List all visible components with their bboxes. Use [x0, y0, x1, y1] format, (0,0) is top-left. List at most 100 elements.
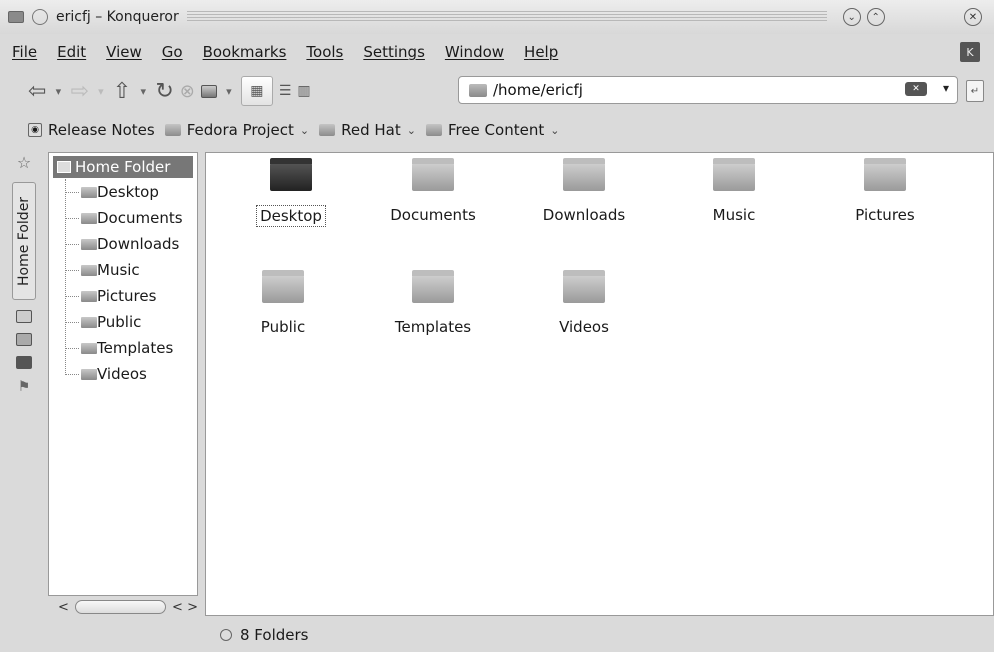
- bookmark-bar: ◉ Release Notes Fedora Project ⌄ Red Hat…: [0, 116, 994, 144]
- home-folder-tab-icon[interactable]: [12, 310, 36, 323]
- file-item-desktop[interactable]: Desktop: [236, 153, 346, 227]
- folder-icon: [262, 270, 304, 303]
- scroll-left-small-icon[interactable]: <: [172, 600, 183, 615]
- folder-icon: [864, 158, 906, 191]
- folder-icon: [81, 290, 97, 302]
- window-menu-icon[interactable]: [8, 11, 24, 23]
- column-view-icon[interactable]: ▥: [297, 76, 310, 106]
- file-label: Documents: [390, 206, 476, 224]
- scroll-left-icon[interactable]: <: [58, 600, 69, 615]
- tree-item-pictures[interactable]: Pictures: [65, 287, 156, 305]
- menu-bar: File Edit View Go Bookmarks Tools Settin…: [0, 38, 994, 66]
- maximize-button[interactable]: ⌃: [866, 8, 885, 26]
- menu-view[interactable]: View: [106, 43, 142, 61]
- file-label: Public: [260, 318, 306, 336]
- clear-location-icon[interactable]: ✕: [905, 82, 927, 96]
- folder-icon: [164, 124, 181, 136]
- services-flag-icon[interactable]: ⚑: [12, 379, 36, 395]
- folder-icon: [563, 270, 605, 303]
- chevron-down-icon[interactable]: ⌄: [550, 124, 559, 137]
- status-text: 8 Folders: [240, 626, 309, 644]
- file-item-public[interactable]: Public: [228, 265, 338, 337]
- folder-icon: [81, 342, 97, 354]
- location-path[interactable]: /home/ericfj: [493, 81, 583, 99]
- folder-icon: [319, 124, 336, 136]
- file-item-documents[interactable]: Documents: [378, 153, 488, 225]
- tree-item-videos[interactable]: Videos: [65, 365, 147, 383]
- home-icon: [57, 161, 71, 173]
- file-label: Desktop: [256, 205, 326, 227]
- folder-icon: [81, 186, 97, 198]
- reload-icon[interactable]: ↻: [155, 76, 173, 106]
- tree-item-desktop[interactable]: Desktop: [65, 183, 159, 201]
- folder-icon: [713, 158, 755, 191]
- bookmark-fedora-project[interactable]: Fedora Project ⌄: [164, 121, 309, 139]
- close-button[interactable]: ✕: [964, 8, 982, 26]
- up-dropdown-icon[interactable]: ▾: [137, 76, 149, 106]
- file-label: Templates: [394, 318, 472, 336]
- tree-item-public[interactable]: Public: [65, 313, 141, 331]
- scrollbar-thumb[interactable]: [74, 600, 167, 614]
- home-dropdown-icon[interactable]: ▾: [223, 76, 235, 106]
- menu-help[interactable]: Help: [524, 43, 558, 61]
- sticky-icon[interactable]: [32, 9, 48, 25]
- forward-dropdown-icon[interactable]: ▾: [95, 76, 107, 106]
- status-bar: 8 Folders: [220, 624, 308, 646]
- file-item-downloads[interactable]: Downloads: [529, 153, 639, 225]
- file-label: Videos: [559, 318, 609, 336]
- tree-root-home-folder[interactable]: Home Folder: [53, 156, 193, 178]
- konqueror-window: ericfj – Konqueror ⌄ ⌃ ✕ File Edit View …: [0, 0, 994, 652]
- tree-item-downloads[interactable]: Downloads: [65, 235, 179, 253]
- root-folder-icon[interactable]: [12, 356, 36, 369]
- menu-bookmarks[interactable]: Bookmarks: [203, 43, 287, 61]
- file-label: Music: [712, 206, 756, 224]
- network-icon[interactable]: [12, 333, 36, 346]
- forward-icon[interactable]: ⇨: [70, 76, 88, 106]
- tab-home-folder[interactable]: Home Folder: [12, 182, 36, 300]
- kde-logo-icon: K: [960, 42, 980, 62]
- title-bar: ericfj – Konqueror ⌄ ⌃ ✕: [0, 0, 994, 34]
- back-icon[interactable]: ⇦: [28, 76, 46, 106]
- tree-item-templates[interactable]: Templates: [65, 339, 173, 357]
- stop-icon[interactable]: ⊗: [180, 76, 195, 106]
- go-icon[interactable]: ↵: [966, 80, 984, 102]
- bookmark-red-hat[interactable]: Red Hat ⌄: [319, 121, 416, 139]
- bookmarks-star-icon[interactable]: ☆: [12, 152, 36, 172]
- tree-item-music[interactable]: Music: [65, 261, 140, 279]
- menu-edit[interactable]: Edit: [57, 43, 86, 61]
- up-icon[interactable]: ⇧: [113, 76, 131, 106]
- tree-item-documents[interactable]: Documents: [65, 209, 183, 227]
- folder-icon: [425, 124, 442, 136]
- minimize-button[interactable]: ⌄: [842, 8, 861, 26]
- bookmark-free-content[interactable]: Free Content ⌄: [425, 121, 559, 139]
- folder-icon: [81, 212, 97, 224]
- file-item-pictures[interactable]: Pictures: [830, 153, 940, 225]
- menu-window[interactable]: Window: [445, 43, 504, 61]
- file-item-music[interactable]: Music: [679, 153, 789, 225]
- back-dropdown-icon[interactable]: ▾: [52, 76, 64, 106]
- chevron-down-icon[interactable]: ⌄: [300, 124, 309, 137]
- menu-go[interactable]: Go: [162, 43, 183, 61]
- home-icon[interactable]: [200, 76, 217, 106]
- detail-view-icon[interactable]: ☰: [279, 76, 292, 106]
- file-item-videos[interactable]: Videos: [529, 265, 639, 337]
- location-bar[interactable]: /home/ericfj ✕ ▾: [458, 76, 958, 104]
- menu-tools[interactable]: Tools: [306, 43, 343, 61]
- folder-tree: Home Folder Desktop Documents Downloads …: [48, 152, 198, 596]
- folder-icon: [81, 316, 97, 328]
- file-label: Downloads: [542, 206, 626, 224]
- file-item-templates[interactable]: Templates: [378, 265, 488, 337]
- bookmark-release-notes[interactable]: ◉ Release Notes: [28, 121, 155, 139]
- menu-settings[interactable]: Settings: [363, 43, 425, 61]
- folder-icon: [469, 83, 487, 97]
- chevron-down-icon[interactable]: ⌄: [407, 124, 416, 137]
- menu-file[interactable]: File: [12, 43, 37, 61]
- file-label: Pictures: [855, 206, 915, 224]
- desktop-folder-icon: [270, 158, 312, 191]
- icon-view-icon[interactable]: ▦: [240, 76, 273, 106]
- location-dropdown-icon[interactable]: ▾: [943, 81, 949, 95]
- title-grip[interactable]: [186, 11, 827, 23]
- tree-horizontal-scrollbar[interactable]: < < >: [48, 596, 198, 618]
- scroll-right-icon[interactable]: >: [187, 600, 198, 615]
- sidebar-tabs: ☆ Home Folder ⚑: [8, 152, 44, 612]
